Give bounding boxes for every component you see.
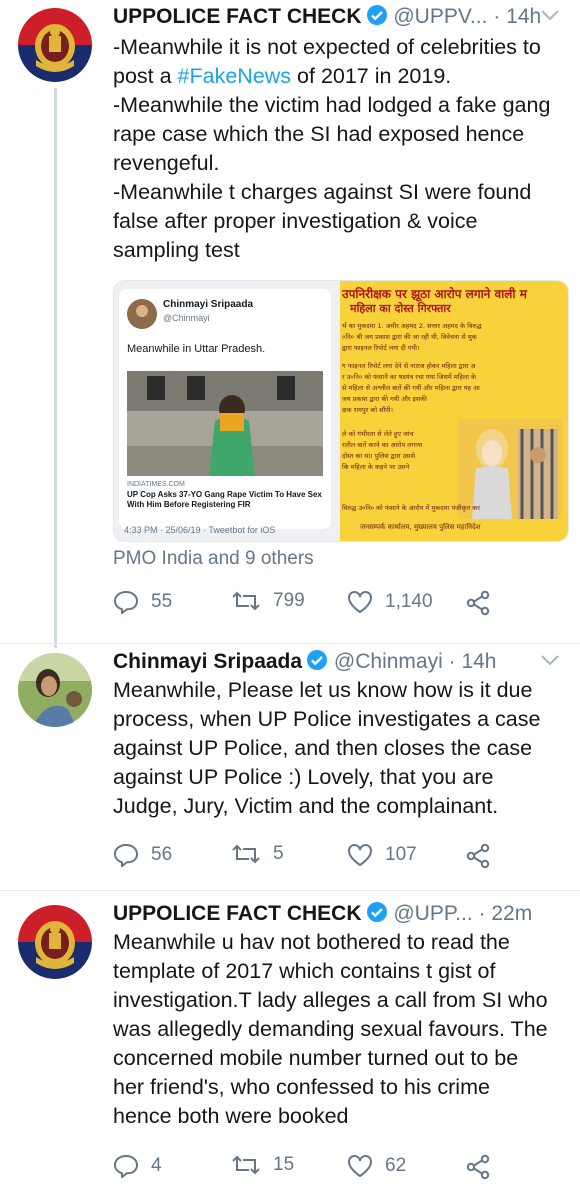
divider xyxy=(0,643,580,644)
chevron-down-icon[interactable] xyxy=(540,653,560,671)
separator-dot: · xyxy=(493,5,501,28)
action-bar: 4 15 62 xyxy=(113,1154,573,1184)
heart-icon xyxy=(348,844,372,867)
poster-line: रलील बातें करने का आरोप लगाया xyxy=(342,441,423,449)
card-avatar-icon xyxy=(127,299,157,329)
tweet-text: Meanwhile u hav not bothered to read the… xyxy=(113,930,548,1128)
share-button[interactable] xyxy=(465,1154,503,1180)
poster-line: जय प्रकाश द्वारा की गयी और इसकी xyxy=(342,395,427,403)
reply-button[interactable]: 56 xyxy=(113,843,172,867)
poster-line: ले को गंभीरता से लेते हुए जांच xyxy=(342,430,414,438)
hashtag-link[interactable]: #FakeNews xyxy=(178,64,292,88)
poster-image[interactable]: उपनिरीक्षक पर झूठा आरोप लगाने वाली म महि… xyxy=(340,281,568,541)
card-name: Chinmayi Sripaada xyxy=(163,299,254,310)
timestamp[interactable]: 22m xyxy=(491,902,532,925)
retweet-button[interactable]: 15 xyxy=(231,1154,294,1176)
card-headline: UP Cop Asks 37-YO Gang Rape Victim To Ha… xyxy=(127,490,322,509)
poster-line: कि महिला के कहने पर उसने xyxy=(342,463,410,471)
tweet-header: UPPOLICE FACT CHECK @UPPV... · 14h xyxy=(113,4,541,33)
tweet-header: Chinmayi Sripaada @Chinmayi · 14h xyxy=(113,649,497,678)
heart-icon xyxy=(348,1155,372,1178)
retweet-button[interactable]: 5 xyxy=(231,843,284,865)
retweet-count: 799 xyxy=(273,590,305,611)
card-source: INDIATIMES.COM xyxy=(127,481,185,488)
poster-line: द्वारा फाइनल रिपोर्ट लगा दी गयी। xyxy=(342,344,420,352)
tweet-text: Meanwhile, Please let us know how is it … xyxy=(113,678,541,818)
poster-title: उपनिरीक्षक पर झूठा आरोप लगाने वाली म xyxy=(342,287,527,301)
reply-count: 55 xyxy=(151,591,173,612)
timestamp[interactable]: 14h xyxy=(506,5,541,28)
poster-line: र उ०नि० को फंसाने का षडयंत्र रचा गया जिस… xyxy=(342,373,477,381)
chevron-down-icon[interactable] xyxy=(540,8,560,26)
like-button[interactable]: 62 xyxy=(347,1154,406,1178)
reply-button[interactable]: 4 xyxy=(113,1154,162,1178)
reply-icon xyxy=(113,1154,139,1178)
poster-line: ०नि० श्री जय प्रकाश द्वारा की जा रही थी,… xyxy=(342,333,477,341)
poster-line: र्भ का मुकदमा 1. अमीर अहमद 2. सत्तार अहम… xyxy=(342,322,482,330)
share-icon xyxy=(466,843,490,869)
poster-line: ग फाइनल रिपोर्ट लगा देने से नाराज होकर म… xyxy=(342,362,476,370)
reply-count: 4 xyxy=(151,1155,162,1176)
like-count: 1,140 xyxy=(385,591,433,612)
avatar[interactable] xyxy=(18,905,92,979)
tweet[interactable]: Chinmayi Sripaada @Chinmayi · 14h Meanwh… xyxy=(0,645,580,885)
poster-line: विरुद्ध उ०नि० को फंसाने के आरोप में मुकद… xyxy=(342,504,480,512)
media-attachment[interactable]: Chinmayi Sripaada @Chinmayi Meanwhile in… xyxy=(113,280,569,542)
verified-badge-icon xyxy=(366,901,388,930)
retweet-icon xyxy=(232,844,260,864)
embedded-tweet-card: Chinmayi Sripaada @Chinmayi Meanwhile in… xyxy=(119,289,331,529)
tweet-header: UPPOLICE FACT CHECK @UPP... · 22m xyxy=(113,901,532,930)
action-bar: 56 5 107 xyxy=(113,843,573,873)
retweet-count: 15 xyxy=(273,1154,295,1175)
divider xyxy=(0,890,580,891)
share-button[interactable] xyxy=(465,590,503,616)
card-photo xyxy=(127,371,323,476)
like-button[interactable]: 107 xyxy=(347,843,417,867)
tweet[interactable]: UPPOLICE FACT CHECK @UPP... · 22m Meanwh… xyxy=(0,897,580,1200)
handle[interactable]: @Chinmayi xyxy=(334,650,443,673)
reply-button[interactable]: 55 xyxy=(113,590,172,614)
social-context[interactable]: PMO India and 9 others xyxy=(113,548,314,570)
share-icon xyxy=(466,590,490,616)
display-name[interactable]: Chinmayi Sripaada xyxy=(113,650,302,673)
separator-dot: · xyxy=(478,902,486,925)
separator-dot: · xyxy=(448,650,456,673)
verified-badge-icon xyxy=(306,649,328,678)
retweet-icon xyxy=(232,1155,260,1175)
share-icon xyxy=(466,1154,490,1180)
poster-subtitle: महिला का दोस्त गिरफ्तार xyxy=(350,302,451,315)
poster-line: से महिला से अश्लील बातें की गयीं और महिल… xyxy=(342,384,480,392)
reply-icon xyxy=(113,843,139,867)
avatar[interactable] xyxy=(18,653,92,727)
screenshot-image[interactable]: Chinmayi Sripaada @Chinmayi Meanwhile in… xyxy=(114,281,340,541)
poster-footer: जनसम्पर्क कार्यालय, मुख्यालय पुलिस महानि… xyxy=(360,523,481,531)
retweet-button[interactable]: 799 xyxy=(231,590,305,612)
retweet-icon xyxy=(232,591,260,611)
card-footer: 4:33 PM · 25/06/19 · Tweetbot for iOS xyxy=(124,525,276,535)
handle[interactable]: @UPPV... xyxy=(393,5,487,28)
verified-badge-icon xyxy=(366,4,388,33)
avatar[interactable] xyxy=(18,8,92,82)
share-button[interactable] xyxy=(465,843,503,869)
handle[interactable]: @UPP... xyxy=(393,902,472,925)
like-button[interactable]: 1,140 xyxy=(347,590,433,614)
timestamp[interactable]: 14h xyxy=(461,650,496,673)
reply-icon xyxy=(113,590,139,614)
poster-line: दोस्त का था। पुलिस द्वारा उससे xyxy=(342,452,415,460)
like-count: 107 xyxy=(385,844,417,865)
retweet-count: 5 xyxy=(273,843,284,864)
display-name[interactable]: UPPOLICE FACT CHECK xyxy=(113,902,362,925)
tweet-text: -Meanwhile it is not expected of celebri… xyxy=(113,35,551,262)
display-name[interactable]: UPPOLICE FACT CHECK xyxy=(113,5,362,28)
poster-line: क्षक रामपुर को सौंपी। xyxy=(342,406,394,414)
like-count: 62 xyxy=(385,1155,407,1176)
card-handle: @Chinmayi xyxy=(163,313,210,323)
card-text: Meanwhile in Uttar Pradesh. xyxy=(127,343,266,355)
tweet[interactable]: UPPOLICE FACT CHECK @UPPV... · 14h -Mean… xyxy=(0,0,580,640)
reply-count: 56 xyxy=(151,844,173,865)
heart-icon xyxy=(348,591,372,614)
action-bar: 55 799 1,140 xyxy=(113,590,573,620)
